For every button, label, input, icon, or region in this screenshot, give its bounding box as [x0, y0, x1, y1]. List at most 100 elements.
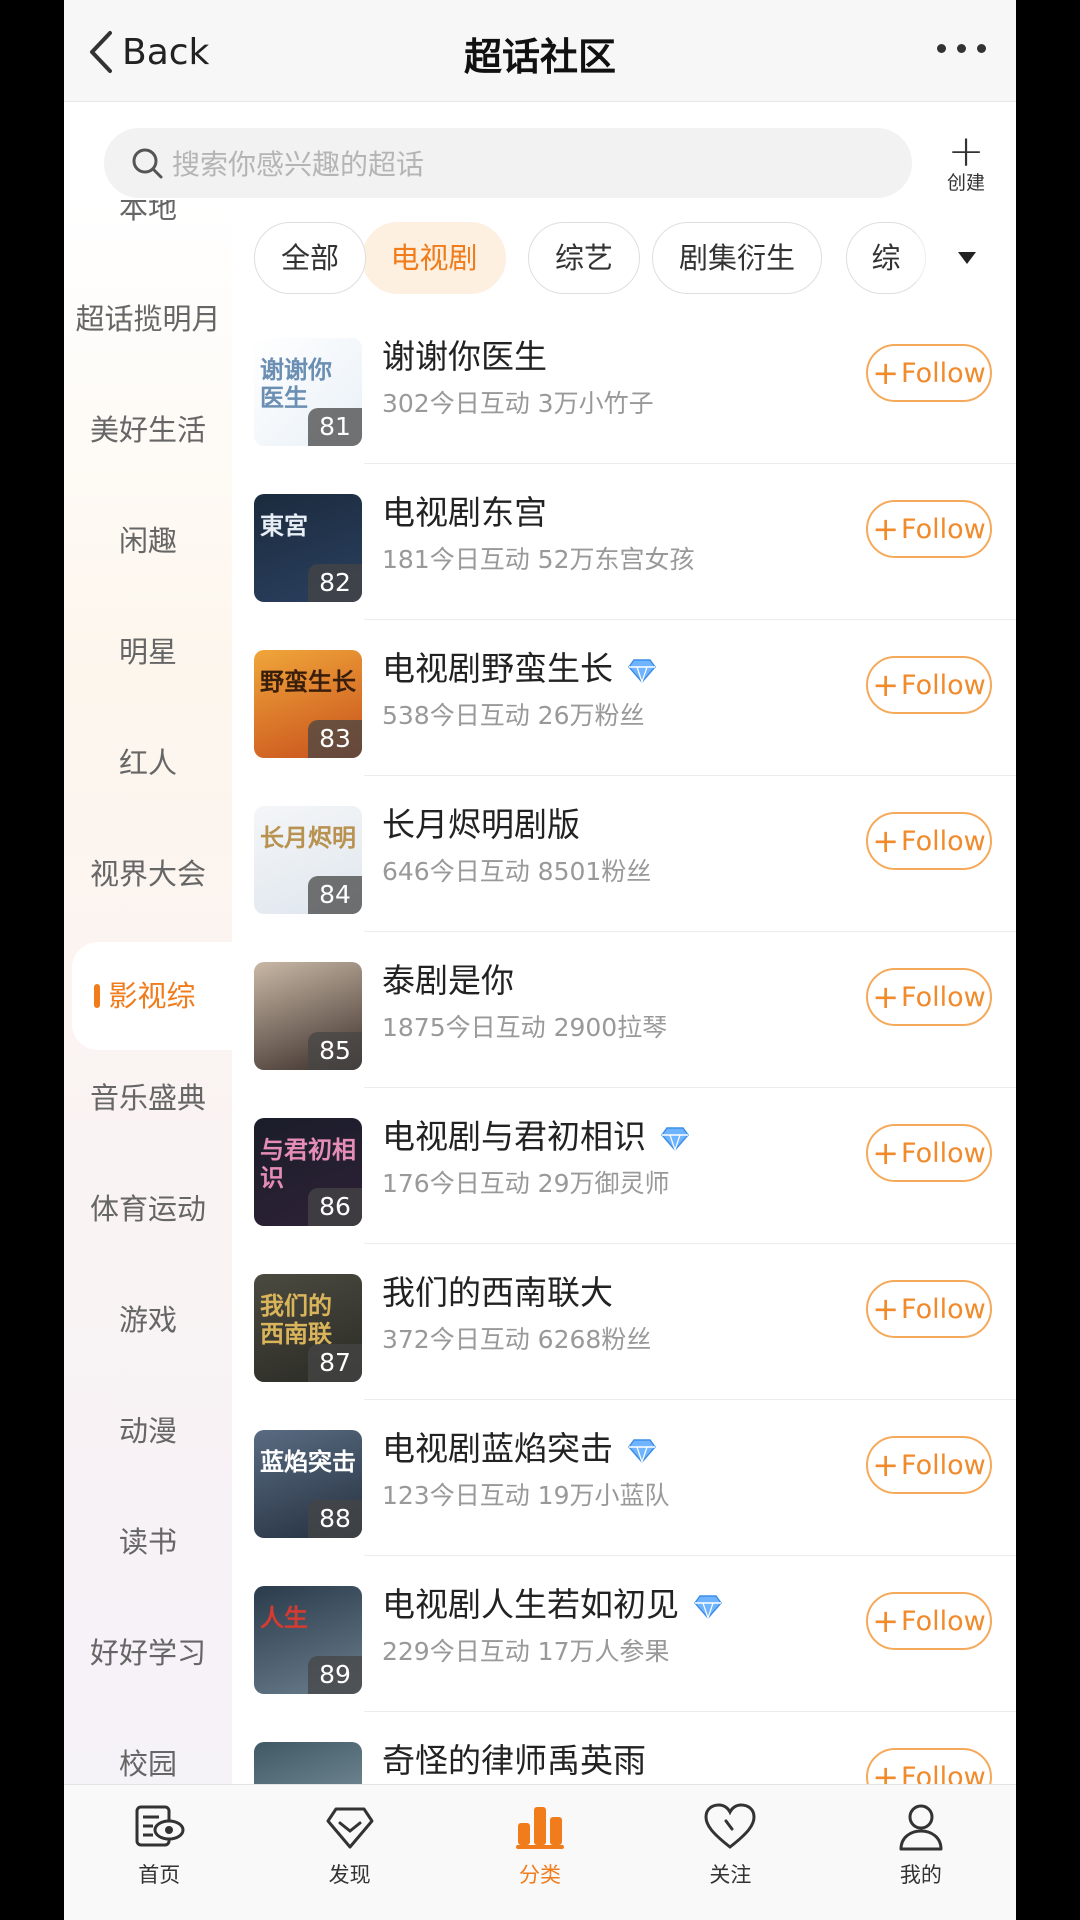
list-item[interactable]: 東宮 82 电视剧东宫 181今日互动 52万东宫女孩 + Follow [232, 464, 1016, 620]
follow-button[interactable]: + Follow [866, 1748, 992, 1784]
more-options-button[interactable] [937, 44, 986, 53]
bottom-tab-bar: 首页 发现 分类 关注 我的 [64, 1784, 1016, 1920]
follow-button[interactable]: + Follow [866, 500, 992, 558]
topic-name[interactable]: 电视剧东宫 [382, 486, 547, 534]
sidebar-item[interactable]: 明星 [64, 612, 232, 692]
topic-stats: 181今日互动 52万东宫女孩 [382, 545, 695, 574]
list-item[interactable]: 野蛮生长 83 电视剧野蛮生长 538今日互动 26万粉丝 + Follow [232, 620, 1016, 776]
list-item[interactable]: 我们的 西南联 87 我们的西南联大 372今日互动 6268粉丝 + Follow [232, 1244, 1016, 1400]
thumbnail-art-text: 野蛮生长 [260, 668, 356, 696]
list-item[interactable]: 85 泰剧是你 1875今日互动 2900拉琴 + Follow [232, 932, 1016, 1088]
topic-thumbnail[interactable]: 野蛮生长 83 [254, 650, 362, 758]
follow-button[interactable]: + Follow [866, 1436, 992, 1494]
list-item[interactable]: 谢谢你 医生 81 谢谢你医生 302今日互动 3万小竹子 + Follow [232, 308, 1016, 464]
tab-discover[interactable]: 发现 [254, 1785, 444, 1920]
topic-thumbnail[interactable]: 谢谢你 医生 81 [254, 338, 362, 446]
app-screen: Back 超话社区 搜索你感兴趣的超话 + 创建 本地超话揽明月美好生活闲趣明星… [64, 0, 1016, 1920]
topic-name-text: 电视剧野蛮生长 [382, 649, 613, 688]
filter-chip[interactable]: 综 [846, 222, 926, 294]
caret-down-icon [958, 252, 976, 264]
list-item[interactable]: 与君初相识 86 电视剧与君初相识 176今日互动 29万御灵师 + Follow [232, 1088, 1016, 1244]
create-label: 创建 [946, 172, 985, 194]
page-title: 超话社区 [463, 35, 616, 79]
topic-name[interactable]: 电视剧与君初相识 [382, 1110, 690, 1158]
plus-icon: + [872, 1290, 900, 1328]
topic-thumbnail[interactable]: 85 [254, 962, 362, 1070]
plus-icon: + [872, 1602, 900, 1640]
list-item[interactable]: 蓝焰突击 88 电视剧蓝焰突击 123今日互动 19万小蓝队 + Follow [232, 1400, 1016, 1556]
search-input[interactable]: 搜索你感兴趣的超话 [104, 128, 912, 198]
tab-label: 关注 [709, 1863, 752, 1887]
sidebar-item[interactable]: 超话揽明月 [64, 279, 232, 359]
list-item[interactable]: 奇怪的律师禹英雨 + Follow [232, 1712, 1016, 1784]
thumbnail-art-text: 我们的 西南联 [260, 1292, 332, 1348]
topic-name[interactable]: 谢谢你医生 [382, 330, 547, 378]
list-item[interactable]: 人生 89 电视剧人生若如初见 229今日互动 17万人参果 + Follow [232, 1556, 1016, 1712]
topic-name[interactable]: 奇怪的律师禹英雨 [382, 1734, 646, 1782]
tab-heart[interactable]: 关注 [635, 1785, 825, 1920]
follow-button[interactable]: + Follow [866, 1592, 992, 1650]
filter-chip[interactable]: 剧集衍生 [652, 222, 822, 294]
home-icon [64, 1799, 254, 1855]
plus-icon: + [872, 1758, 900, 1784]
topic-thumbnail[interactable]: 人生 89 [254, 1586, 362, 1694]
follow-button[interactable]: + Follow [866, 812, 992, 870]
sidebar-item[interactable]: 读书 [64, 1502, 232, 1582]
plus-icon: + [872, 666, 900, 704]
expand-chips-button[interactable] [916, 208, 1016, 308]
topic-thumbnail[interactable]: 与君初相识 86 [254, 1118, 362, 1226]
sidebar-item[interactable]: 美好生活 [64, 390, 232, 470]
tab-label: 首页 [138, 1863, 181, 1887]
topic-stats: 229今日互动 17万人参果 [382, 1637, 670, 1666]
topic-name[interactable]: 电视剧人生若如初见 [382, 1578, 723, 1626]
tab-label: 分类 [519, 1863, 562, 1887]
follow-button[interactable]: + Follow [866, 968, 992, 1026]
tab-label: 我的 [899, 1863, 942, 1887]
topic-thumbnail[interactable]: 我们的 西南联 87 [254, 1274, 362, 1382]
verified-diamond-icon [627, 1433, 657, 1464]
sidebar-item[interactable]: 动漫 [64, 1391, 232, 1471]
sidebar-item[interactable]: 影视综 [72, 942, 232, 1050]
topic-thumbnail[interactable]: 東宮 82 [254, 494, 362, 602]
more-dot-icon [977, 44, 986, 53]
sidebar-item[interactable]: 游戏 [64, 1280, 232, 1360]
sidebar-item[interactable]: 闲趣 [64, 501, 232, 581]
tab-profile[interactable]: 我的 [826, 1785, 1016, 1920]
topic-name[interactable]: 电视剧野蛮生长 [382, 642, 657, 690]
topic-thumbnail[interactable] [254, 1742, 362, 1784]
search-placeholder: 搜索你感兴趣的超话 [172, 148, 425, 181]
sidebar-item[interactable]: 好好学习 [64, 1613, 232, 1693]
sidebar-item[interactable]: 体育运动 [64, 1169, 232, 1249]
follow-label: Follow [901, 669, 986, 701]
topic-name[interactable]: 电视剧蓝焰突击 [382, 1422, 657, 1470]
topic-thumbnail[interactable]: 蓝焰突击 88 [254, 1430, 362, 1538]
top-bar: Back 超话社区 [64, 0, 1016, 102]
follow-button[interactable]: + Follow [866, 656, 992, 714]
topic-name-text: 长月烬明剧版 [382, 805, 580, 844]
sidebar-item[interactable]: 校园 [64, 1724, 232, 1784]
topic-name[interactable]: 我们的西南联大 [382, 1266, 613, 1314]
tab-home[interactable]: 首页 [64, 1785, 254, 1920]
tab-label: 发现 [328, 1863, 371, 1887]
topic-thumbnail[interactable]: 长月烬明 84 [254, 806, 362, 914]
filter-chip[interactable]: 电视剧 [362, 222, 506, 294]
filter-chip[interactable]: 综艺 [528, 222, 640, 294]
plus-icon: + [872, 1134, 900, 1172]
sidebar-item[interactable]: 音乐盛典 [64, 1058, 232, 1138]
tab-category[interactable]: 分类 [445, 1785, 635, 1920]
category-sidebar: 本地超话揽明月美好生活闲趣明星红人视界大会影视综 音乐盛典体育运动游戏动漫读书好好… [64, 200, 232, 1784]
topic-name[interactable]: 泰剧是你 [382, 954, 514, 1002]
topic-stats: 302今日互动 3万小竹子 [382, 389, 654, 418]
thumbnail-art-text: 与君初相识 [260, 1136, 356, 1192]
topic-name[interactable]: 长月烬明剧版 [382, 798, 580, 846]
filter-chip[interactable]: 全部 [254, 222, 366, 294]
list-item[interactable]: 长月烬明 84 长月烬明剧版 646今日互动 8501粉丝 + Follow [232, 776, 1016, 932]
sidebar-item[interactable]: 红人 [64, 723, 232, 803]
topic-name-text: 泰剧是你 [382, 961, 514, 1000]
create-button[interactable]: + 创建 [944, 130, 988, 195]
sidebar-item[interactable]: 本地 [64, 200, 232, 248]
follow-button[interactable]: + Follow [866, 344, 992, 402]
follow-button[interactable]: + Follow [866, 1280, 992, 1338]
sidebar-item[interactable]: 视界大会 [64, 834, 232, 914]
follow-button[interactable]: + Follow [866, 1124, 992, 1182]
